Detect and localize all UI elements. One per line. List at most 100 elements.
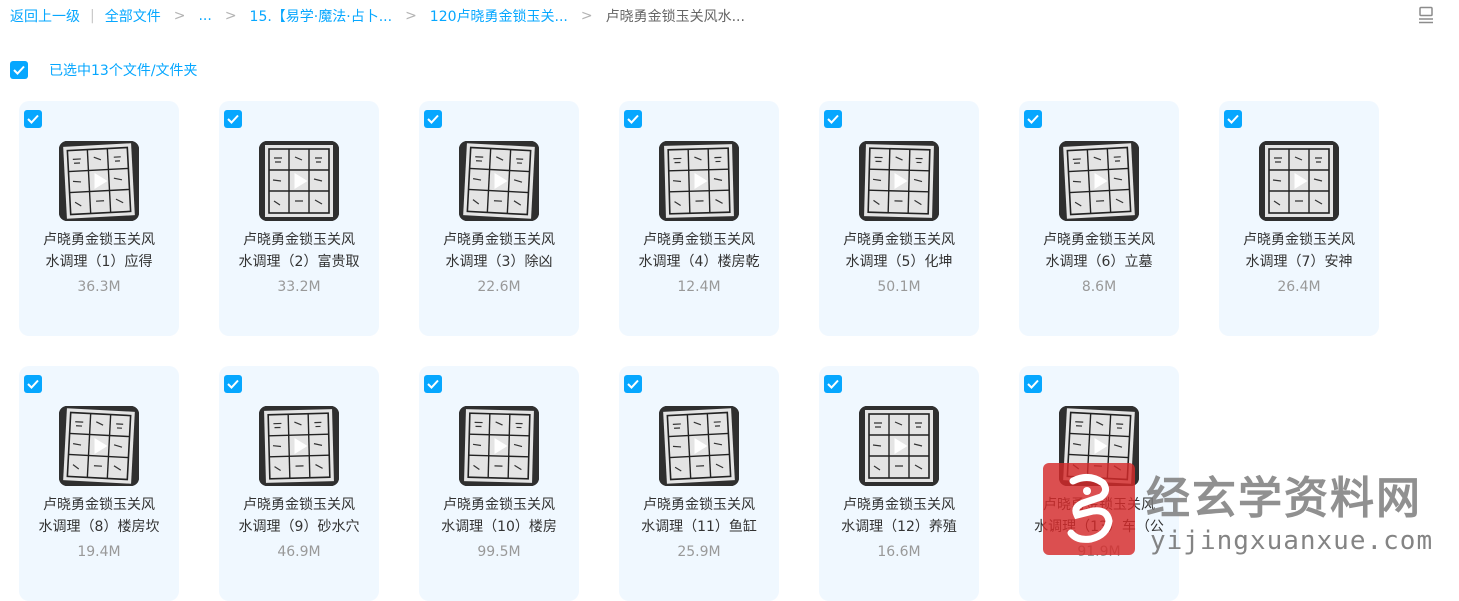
- checkmark-icon: [827, 114, 839, 124]
- file-size: 12.4M: [677, 279, 721, 295]
- file-name-line1: 卢晓勇金锁玉关风: [643, 232, 755, 248]
- video-thumbnail[interactable]: [859, 406, 939, 486]
- file-checkbox[interactable]: [424, 375, 442, 393]
- play-icon: [894, 173, 908, 189]
- video-thumbnail[interactable]: [859, 141, 939, 221]
- video-thumbnail[interactable]: [459, 141, 539, 221]
- file-name-line2: 水调理（9）砂水穴: [238, 519, 360, 535]
- file-card[interactable]: 卢晓勇金锁玉关风 水调理（8）楼房坎 19.4M: [19, 366, 179, 601]
- file-name[interactable]: 卢晓勇金锁玉关风 水调理（11）鱼缸: [629, 494, 769, 538]
- file-size: 50.1M: [877, 279, 921, 295]
- file-name[interactable]: 卢晓勇金锁玉关风 水调理（12）养殖: [829, 494, 969, 538]
- video-thumbnail[interactable]: [59, 141, 139, 221]
- checkmark-icon: [227, 114, 239, 124]
- checkmark-icon: [27, 114, 39, 124]
- file-card[interactable]: 卢晓勇金锁玉关风 水调理（5）化坤 50.1M: [819, 101, 979, 336]
- file-name[interactable]: 卢晓勇金锁玉关风 水调理（2）富贵取: [229, 229, 369, 273]
- file-card[interactable]: 卢晓勇金锁玉关风 水调理（11）鱼缸 25.9M: [619, 366, 779, 601]
- file-checkbox[interactable]: [824, 110, 842, 128]
- file-name-line1: 卢晓勇金锁玉关风: [43, 497, 155, 513]
- watermark-title: 经玄学资料网: [1146, 473, 1422, 524]
- play-icon: [1094, 438, 1108, 454]
- file-checkbox[interactable]: [224, 375, 242, 393]
- play-icon: [494, 173, 508, 189]
- file-name-line2: 水调理（1）应得: [45, 254, 153, 270]
- file-size: 25.9M: [677, 544, 721, 560]
- file-checkbox[interactable]: [624, 375, 642, 393]
- file-name-line2: 水调理（4）楼房乾: [638, 254, 760, 270]
- file-checkbox[interactable]: [224, 110, 242, 128]
- file-name[interactable]: 卢晓勇金锁玉关风 水调理（1）应得: [29, 229, 169, 273]
- video-thumbnail[interactable]: [659, 406, 739, 486]
- file-checkbox[interactable]: [24, 110, 42, 128]
- play-icon: [894, 438, 908, 454]
- watermark-logo: [1043, 463, 1135, 555]
- file-name[interactable]: 卢晓勇金锁玉关风 水调理（9）砂水穴: [229, 494, 369, 538]
- file-name[interactable]: 卢晓勇金锁玉关风 水调理（10）楼房: [429, 494, 569, 538]
- file-name-line2: 水调理（11）鱼缸: [641, 519, 757, 535]
- play-icon: [1294, 173, 1308, 189]
- file-size: 26.4M: [1277, 279, 1321, 295]
- file-name-line1: 卢晓勇金锁玉关风: [1243, 232, 1355, 248]
- file-name[interactable]: 卢晓勇金锁玉关风 水调理（7）安神: [1229, 229, 1369, 273]
- file-name[interactable]: 卢晓勇金锁玉关风 水调理（6）立墓: [1029, 229, 1169, 273]
- file-name-line2: 水调理（2）富贵取: [238, 254, 360, 270]
- file-name-line1: 卢晓勇金锁玉关风: [1043, 232, 1155, 248]
- file-checkbox[interactable]: [424, 110, 442, 128]
- file-card[interactable]: 卢晓勇金锁玉关风 水调理（7）安神 26.4M: [1219, 101, 1379, 336]
- file-card[interactable]: 卢晓勇金锁玉关风 水调理（10）楼房 99.5M: [419, 366, 579, 601]
- file-name[interactable]: 卢晓勇金锁玉关风 水调理（4）楼房乾: [629, 229, 769, 273]
- file-checkbox[interactable]: [824, 375, 842, 393]
- file-size: 33.2M: [277, 279, 321, 295]
- checkmark-icon: [427, 114, 439, 124]
- video-thumbnail[interactable]: [659, 141, 739, 221]
- file-name-line2: 水调理（6）立墓: [1045, 254, 1153, 270]
- file-card[interactable]: 卢晓勇金锁玉关风 水调理（9）砂水穴 46.9M: [219, 366, 379, 601]
- file-card[interactable]: 卢晓勇金锁玉关风 水调理（4）楼房乾 12.4M: [619, 101, 779, 336]
- file-size: 99.5M: [477, 544, 521, 560]
- file-name-line1: 卢晓勇金锁玉关风: [843, 497, 955, 513]
- checkmark-icon: [227, 379, 239, 389]
- file-checkbox[interactable]: [1024, 375, 1042, 393]
- checkmark-icon: [427, 379, 439, 389]
- file-checkbox[interactable]: [1024, 110, 1042, 128]
- play-icon: [294, 173, 308, 189]
- file-checkbox[interactable]: [1224, 110, 1242, 128]
- file-card[interactable]: 卢晓勇金锁玉关风 水调理（1）应得 36.3M: [19, 101, 179, 336]
- checkmark-icon: [627, 379, 639, 389]
- watermark-url: yijingxuanxue.com: [1150, 526, 1434, 556]
- file-name-line1: 卢晓勇金锁玉关风: [443, 232, 555, 248]
- file-card[interactable]: 卢晓勇金锁玉关风 水调理（2）富贵取 33.2M: [219, 101, 379, 336]
- file-name[interactable]: 卢晓勇金锁玉关风 水调理（8）楼房坎: [29, 494, 169, 538]
- file-name-line1: 卢晓勇金锁玉关风: [243, 497, 355, 513]
- file-name-line1: 卢晓勇金锁玉关风: [643, 497, 755, 513]
- checkmark-icon: [27, 379, 39, 389]
- video-thumbnail[interactable]: [59, 406, 139, 486]
- file-name-line1: 卢晓勇金锁玉关风: [443, 497, 555, 513]
- file-name-line2: 水调理（10）楼房: [441, 519, 557, 535]
- file-name-line2: 水调理（3）除凶: [445, 254, 553, 270]
- checkmark-icon: [1227, 114, 1239, 124]
- play-icon: [94, 173, 108, 189]
- video-thumbnail[interactable]: [259, 141, 339, 221]
- file-card[interactable]: 卢晓勇金锁玉关风 水调理（6）立墓 8.6M: [1019, 101, 1179, 336]
- checkmark-icon: [1027, 379, 1039, 389]
- video-thumbnail[interactable]: [1059, 141, 1139, 221]
- video-thumbnail[interactable]: [459, 406, 539, 486]
- file-name[interactable]: 卢晓勇金锁玉关风 水调理（5）化坤: [829, 229, 969, 273]
- play-icon: [694, 173, 708, 189]
- file-name-line1: 卢晓勇金锁玉关风: [843, 232, 955, 248]
- file-checkbox[interactable]: [24, 375, 42, 393]
- file-size: 36.3M: [77, 279, 121, 295]
- file-card[interactable]: 卢晓勇金锁玉关风 水调理（12）养殖 16.6M: [819, 366, 979, 601]
- file-name[interactable]: 卢晓勇金锁玉关风 水调理（3）除凶: [429, 229, 569, 273]
- file-size: 22.6M: [477, 279, 521, 295]
- play-icon: [494, 438, 508, 454]
- video-thumbnail[interactable]: [259, 406, 339, 486]
- play-icon: [94, 438, 108, 454]
- file-checkbox[interactable]: [624, 110, 642, 128]
- file-card[interactable]: 卢晓勇金锁玉关风 水调理（3）除凶 22.6M: [419, 101, 579, 336]
- file-name-line1: 卢晓勇金锁玉关风: [43, 232, 155, 248]
- checkmark-icon: [1027, 114, 1039, 124]
- video-thumbnail[interactable]: [1259, 141, 1339, 221]
